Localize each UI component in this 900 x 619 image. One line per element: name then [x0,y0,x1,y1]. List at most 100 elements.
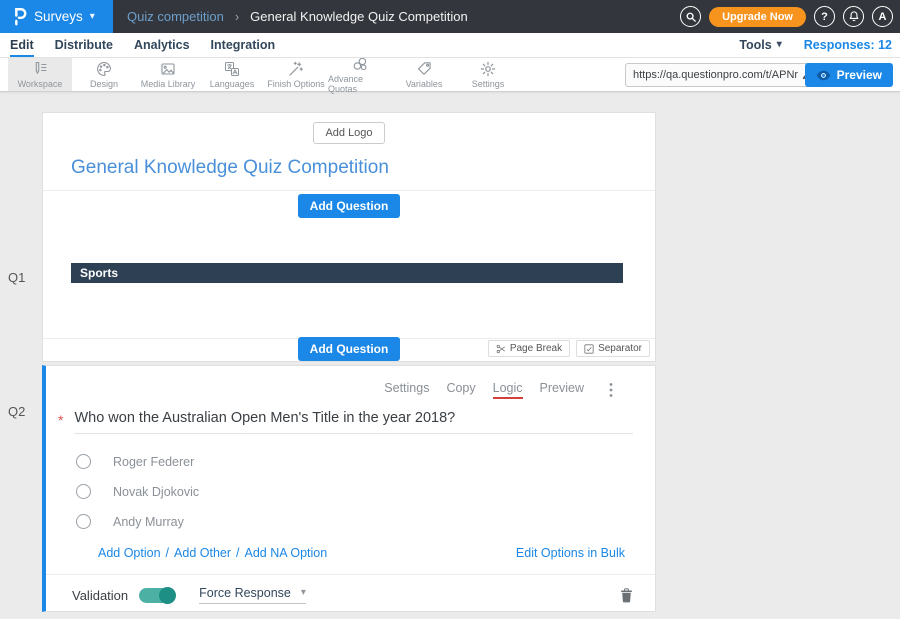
add-question-button-bottom[interactable]: Add Question [298,337,401,361]
question-more-menu[interactable] [607,380,615,400]
breadcrumb-current: General Knowledge Quiz Competition [250,9,468,24]
app-menu-label: Surveys [34,9,83,24]
question-preview-link[interactable]: Preview [540,381,584,399]
page-break-separator-group: Page Break Separator [488,340,650,357]
add-logo-button[interactable]: Add Logo [313,122,384,144]
search-button[interactable] [680,6,701,27]
validation-toggle[interactable] [139,588,175,603]
checkbox-icon [584,344,594,354]
validation-type-value: Force Response [199,586,291,600]
validation-type-dropdown[interactable]: Force Response ▾ [199,586,306,604]
tab-edit[interactable]: Edit [10,33,34,57]
question-text-q2[interactable]: * Who won the Australian Open Men's Titl… [58,410,629,428]
delete-question-button[interactable] [620,588,633,603]
breadcrumb-parent[interactable]: Quiz competition [127,9,224,24]
translate-icon [224,61,240,77]
add-other-link[interactable]: Add Other [174,546,231,560]
questionpro-logo-icon [14,7,27,26]
question-mark-icon: ? [821,11,828,23]
question-settings-link[interactable]: Settings [384,381,429,399]
toolbar-tab-label: Finish Options [267,79,325,89]
answer-option-row: Novak Djokovic [76,484,199,499]
tab-distribute[interactable]: Distribute [55,33,113,57]
chevron-down-icon: ▾ [90,12,95,22]
toolbar-tab-media-library[interactable]: Media Library [136,58,200,91]
tools-label: Tools [739,38,771,52]
tag-icon [416,61,432,77]
survey-url-value: https://qa.questionpro.com/t/APNrFZe5 [626,69,799,81]
add-question-button-top[interactable]: Add Question [298,194,401,218]
answer-option-label[interactable]: Novak Djokovic [113,485,199,499]
survey-header-card: Add Logo General Knowledge Quiz Competit… [42,112,656,362]
tab-integration[interactable]: Integration [211,33,276,57]
divider [43,190,655,191]
avatar-initial: A [879,11,887,23]
toolbar-tab-workspace[interactable]: Workspace [8,58,72,91]
header-actions: Upgrade Now ? A [680,6,900,27]
question-number-q2: Q2 [8,404,25,419]
trash-icon [620,588,633,603]
question-menu: Settings Copy Logic Preview [384,380,615,400]
edit-toolbar: Workspace Design Media Library [0,58,900,92]
radio-button[interactable] [76,454,91,469]
avatar[interactable]: A [872,6,893,27]
answer-option-label[interactable]: Roger Federer [113,455,194,469]
chevron-down-icon: ▾ [301,588,306,598]
question-text-underline [74,433,633,434]
toolbar-tab-finish-options[interactable]: Finish Options [264,58,328,91]
survey-editor-canvas: Q1 Q2 Add Logo General Knowledge Quiz Co… [0,92,900,619]
responses-link[interactable]: Responses: 12 [804,38,892,52]
page-break-label: Page Break [510,343,562,354]
toolbar-tab-label: Media Library [141,79,196,89]
question-number-q1: Q1 [8,270,25,285]
add-logo-row: Add Logo [43,122,655,144]
question-copy-link[interactable]: Copy [446,381,475,399]
radio-button[interactable] [76,514,91,529]
required-marker: * [58,410,63,428]
gear-icon [480,61,496,77]
toolbar-tab-design[interactable]: Design [72,58,136,91]
question-text: Who won the Australian Open Men's Title … [74,410,455,428]
tab-analytics[interactable]: Analytics [134,33,190,57]
toolbar-tab-label: Settings [472,79,505,89]
upgrade-now-button[interactable]: Upgrade Now [709,7,806,27]
survey-title[interactable]: General Knowledge Quiz Competition [71,157,389,179]
breadcrumb: Quiz competition › General Knowledge Qui… [127,9,680,24]
edit-options-in-bulk-link[interactable]: Edit Options in Bulk [516,546,625,560]
scissors-icon [496,344,506,354]
toggle-knob [159,587,176,604]
question-card-q2: Settings Copy Logic Preview * Who won th… [42,365,656,612]
section-header-q1[interactable]: Sports [71,263,623,283]
surveys-app-menu[interactable]: Surveys ▾ [0,0,113,33]
help-button[interactable]: ? [814,6,835,27]
add-na-option-link[interactable]: Add NA Option [245,546,328,560]
tools-menu[interactable]: Tools ▾ [739,38,781,52]
bell-icon [848,10,860,23]
breadcrumb-chevron-icon: › [235,9,239,24]
chevron-down-icon: ▾ [777,40,782,50]
toolbar-tab-variables[interactable]: Variables [392,58,456,91]
divider [46,574,655,575]
page-break-button[interactable]: Page Break [488,340,570,357]
preview-button[interactable]: Preview [805,63,893,87]
answer-option-label[interactable]: Andy Murray [113,515,184,529]
search-icon [685,11,697,23]
toolbar-tab-advance-quotas[interactable]: Advance Quotas [328,58,392,91]
toolbar-tab-languages[interactable]: Languages [200,58,264,91]
nav-right: Tools ▾ Responses: 12 [739,33,900,57]
separator-label: Separator [598,343,642,354]
survey-url-field[interactable]: https://qa.questionpro.com/t/APNrFZe5 [625,63,820,87]
palette-icon [96,61,112,77]
nav-items: Edit Distribute Analytics Integration [0,33,275,57]
question-logic-link[interactable]: Logic [493,381,523,399]
notifications-button[interactable] [843,6,864,27]
image-icon [160,61,176,77]
question-footer: Validation Force Response ▾ [72,580,633,610]
toolbar-tab-settings[interactable]: Settings [456,58,520,91]
separator-button[interactable]: Separator [576,340,650,357]
survey-nav-bar: Edit Distribute Analytics Integration To… [0,33,900,58]
toolbar-tab-label: Workspace [18,79,63,89]
toolbar-tab-label: Variables [406,79,443,89]
add-option-link[interactable]: Add Option [98,546,161,560]
radio-button[interactable] [76,484,91,499]
